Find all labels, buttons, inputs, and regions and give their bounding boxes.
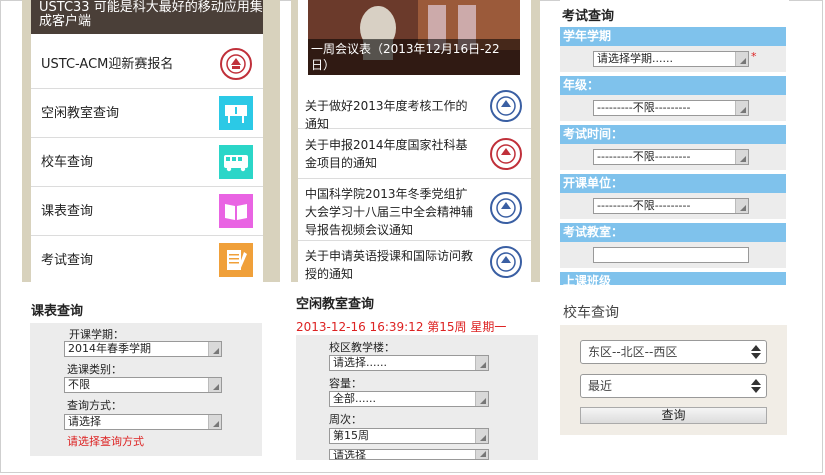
news-item-label: 关于做好2013年度考核工作的通知 [305,99,468,131]
course-type-select[interactable]: 不限 [64,377,222,393]
route-select[interactable]: 东区--北区--西区 [580,340,767,364]
field-label-grade: 年级： [560,76,786,95]
seal-red-icon [490,138,522,170]
updown-arrow-icon [751,379,761,393]
news-photo[interactable]: 一周会议表（2013年12月16日-22日） [308,0,520,75]
banner-text: USTC33 可能是科大最好的移动应用集成客户端 [39,0,263,29]
exam-icon [219,243,253,277]
time-select[interactable]: 最近 [580,374,767,398]
required-marker: * [751,50,757,63]
dropdown-arrow-icon [735,52,748,66]
field-row-room [560,242,786,268]
error-message: 请选择查询方式 [67,435,144,448]
news-item-label: 中国科学院2013年冬季党组扩大会学习十八届三中全会精神辅导报告视频会议通知 [305,187,474,237]
dropdown-arrow-icon [735,101,748,115]
classroom-icon [219,96,253,130]
dropdown-arrow-icon [735,150,748,164]
query-method-select[interactable]: 请选择 [64,414,222,430]
menu-item-label: USTC-ACM迎新赛报名 [41,57,174,72]
field-label-term: 学年学期 [560,27,786,46]
dropdown-arrow-icon [475,356,488,370]
grade-select[interactable]: ---------不限--------- [593,100,749,116]
dropdown-arrow-icon [208,378,221,392]
page-title: 校车查询 [563,305,619,321]
menu-item-label: 空闲教室查询 [41,106,120,121]
field-row-grade: ---------不限--------- [560,95,786,121]
classroom-form: 校区教学楼： 请选择...... 容量： 全部...... 周次： 第15周 请… [296,335,538,460]
news-item[interactable]: 关于申请英语授课和国际访问教授的通知 [298,241,531,282]
menu-item-exam[interactable]: 考试查询 [31,236,263,282]
dropdown-arrow-icon [475,392,488,406]
news-list: 一周会议表（2013年12月16日-22日） 关于做好2013年度考核工作的通知… [298,0,531,282]
news-item[interactable]: 关于申报2014年度国家社科基金项目的通知 [298,129,531,179]
field-label-time: 考试时间： [560,125,786,144]
menu-item-bus[interactable]: 校车查询 [31,138,263,187]
field-label-class: 上课班级 [560,272,786,285]
field-label: 选课类别： [67,363,122,376]
news-panel: 一周会议表（2013年12月16日-22日） 关于做好2013年度考核工作的通知… [291,0,540,282]
menu-list: USTC33 可能是科大最好的移动应用集成客户端 USTC-ACM迎新赛报名 空… [31,0,263,282]
schedule-query-panel: 课表查询 开课学期： 2014年春季学期 选课类别： 不限 查询方式： 请选择 … [28,290,268,465]
menu-item-acm[interactable]: USTC-ACM迎新赛报名 [31,40,263,89]
week-select[interactable]: 第15周 [329,428,489,444]
weekday-select[interactable]: 请选择 [329,449,489,460]
field-label: 校区教学楼： [329,341,395,354]
news-item[interactable]: 中国科学院2013年冬季党组扩大会学习十八届三中全会精神辅导报告视频会议通知 [298,179,531,241]
term-select[interactable]: 请选择学期...... [593,51,749,67]
dropdown-arrow-icon [735,199,748,213]
schedule-form: 开课学期： 2014年春季学期 选课类别： 不限 查询方式： 请选择 请选择查询… [30,323,262,456]
capacity-select[interactable]: 全部...... [329,391,489,407]
field-label-room: 考试教室： [560,223,786,242]
field-label: 查询方式： [67,399,122,412]
field-row-dept: ---------不限--------- [560,193,786,219]
field-label-dept: 开课单位： [560,174,786,193]
department-select[interactable]: ---------不限--------- [593,198,749,214]
ustc-seal-icon [219,47,253,81]
dropdown-arrow-icon [475,429,488,443]
bus-icon [219,145,253,179]
news-item-label: 关于申报2014年度国家社科基金项目的通知 [305,138,468,170]
news-item[interactable]: 关于做好2013年度考核工作的通知 [298,83,531,131]
dropdown-arrow-icon [208,415,221,429]
exam-time-select[interactable]: ---------不限--------- [593,149,749,165]
building-select[interactable]: 请选择...... [329,355,489,371]
news-item-label: 关于申请英语授课和国际访问教授的通知 [305,249,474,281]
field-label: 容量： [329,377,362,390]
page-title: 课表查询 [31,304,84,319]
bus-query-panel: 校车查询 东区--北区--西区 最近 查询 [560,290,789,440]
menu-panel: USTC33 可能是科大最好的移动应用集成客户端 USTC-ACM迎新赛报名 空… [22,0,280,282]
seal-blue-icon [490,246,522,278]
current-datetime: 2013-12-16 16:39:12 第15周 星期一 [296,320,507,334]
photo-caption: 一周会议表（2013年12月16日-22日） [308,39,520,75]
menu-item-label: 课表查询 [41,204,94,219]
seal-blue-icon [490,192,522,224]
page-title: 空闲教室查询 [296,297,375,312]
menu-item-label: 考试查询 [41,253,94,268]
seal-blue-icon [490,90,522,122]
classroom-query-panel: 空闲教室查询 2013-12-16 16:39:12 第15周 星期一 校区教学… [293,290,548,465]
book-icon [219,194,253,228]
menu-item-classroom[interactable]: 空闲教室查询 [31,89,263,138]
dropdown-arrow-icon [208,342,221,356]
semester-select[interactable]: 2014年春季学期 [64,341,222,357]
exam-query-panel: 考试查询 学年学期 请选择学期...... * 年级： ---------不限-… [560,0,789,285]
menu-item-schedule[interactable]: 课表查询 [31,187,263,236]
query-button[interactable]: 查询 [580,407,767,424]
updown-arrow-icon [751,345,761,359]
field-label: 周次： [329,413,362,426]
dropdown-arrow-icon [475,450,488,459]
menu-item-label: 校车查询 [41,155,94,170]
field-row-term: 请选择学期...... * [560,46,786,72]
exam-room-input[interactable] [593,247,749,263]
field-row-time: ---------不限--------- [560,144,786,170]
app-banner[interactable]: USTC33 可能是科大最好的移动应用集成客户端 [31,0,263,34]
bus-form: 东区--北区--西区 最近 查询 [560,325,787,435]
page-title: 考试查询 [562,9,615,24]
field-label: 开课学期： [69,328,124,341]
